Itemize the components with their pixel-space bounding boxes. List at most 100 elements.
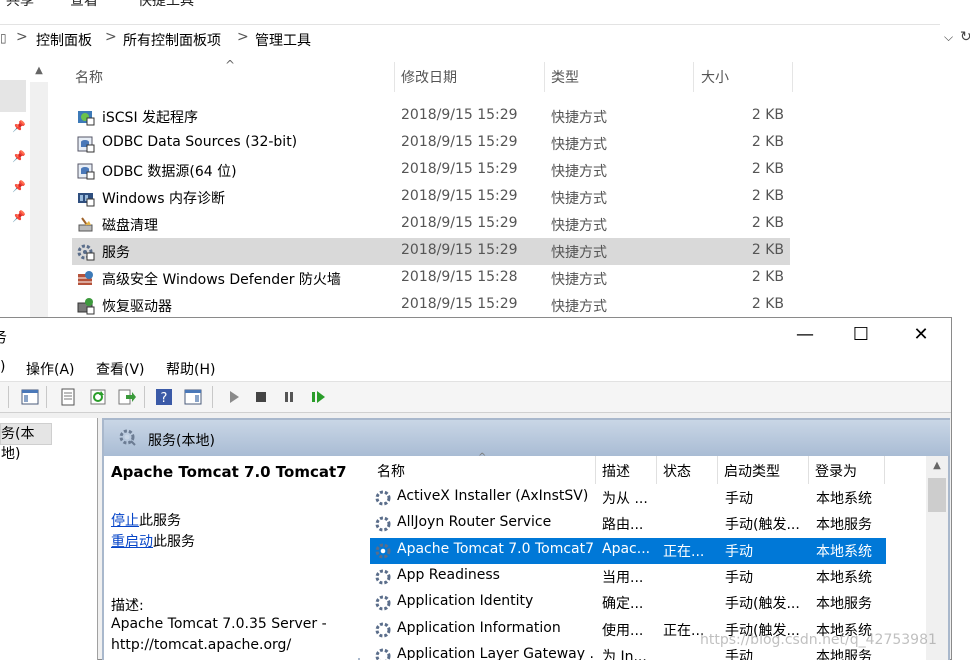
file-modified-date: 2018/9/15 15:28 [401, 269, 518, 285]
column-divider[interactable] [656, 456, 657, 484]
column-header-name[interactable]: 名称 [75, 68, 103, 92]
show-hide-console-tree-icon[interactable] [20, 387, 40, 407]
scroll-up-arrow-icon[interactable]: ▲ [30, 60, 48, 82]
address-bar[interactable]: ▯ > 控制面板 > 所有控制面板项 > 管理工具 [0, 24, 940, 52]
service-row[interactable]: App Readiness 当用... 手动 本地系统 [370, 564, 886, 590]
menu-file[interactable]: ) [0, 359, 5, 375]
pin-icon[interactable]: 📌 [12, 120, 26, 133]
memory-diagnostic-icon [78, 193, 95, 207]
menu-help[interactable]: 帮助(H) [166, 359, 215, 379]
ribbon-tab-share[interactable]: 共享 [6, 0, 34, 10]
stop-service-link[interactable]: 停止 [111, 513, 139, 529]
watermark-text: https://blog.csdn.net/q_42753981 [700, 632, 937, 648]
pin-icon[interactable]: 📌 [12, 180, 26, 193]
column-header-status[interactable]: 状态 [663, 461, 691, 481]
restart-service-link[interactable]: 重启动 [111, 534, 153, 550]
column-divider[interactable] [884, 456, 885, 484]
service-description: 确定... [602, 596, 644, 613]
service-row[interactable]: Apache Tomcat 7.0 Tomcat7 Apac... 正在... 手动 本… [370, 537, 886, 564]
column-header-description[interactable]: 描述 [602, 461, 630, 481]
service-status: 正在... [663, 543, 705, 560]
breadcrumb-control-panel[interactable]: 控制面板 [36, 30, 92, 50]
breadcrumb-all-items[interactable]: 所有控制面板项 [123, 30, 221, 50]
file-size: 2 KB [751, 161, 784, 177]
file-row[interactable]: Windows 内存诊断 2018/9/15 15:29 快捷方式 2 KB [72, 184, 790, 211]
file-type: 快捷方式 [551, 245, 607, 261]
help-icon[interactable]: ? [154, 387, 174, 407]
export-list-icon[interactable] [116, 387, 136, 407]
odbc-icon [77, 136, 95, 153]
pause-service-icon[interactable] [279, 387, 299, 407]
toolbar-separator [212, 386, 213, 408]
column-divider[interactable] [717, 456, 718, 484]
show-action-pane-icon[interactable] [183, 387, 203, 407]
file-modified-date: 2018/9/15 15:29 [401, 215, 518, 231]
services-icon [77, 244, 95, 261]
file-modified-date: 2018/9/15 15:29 [401, 134, 518, 150]
menu-action[interactable]: 操作(A) [26, 359, 75, 379]
service-row[interactable]: Application Identity 确定... 手动(触发... 本地服务 [370, 590, 886, 616]
folder-up-icon[interactable]: ▯ [0, 31, 7, 45]
service-row[interactable]: AllJoyn Router Service 路由... 手动(触发... 本地服务 [370, 511, 886, 537]
breadcrumb-admin-tools[interactable]: 管理工具 [255, 30, 311, 50]
tree-item-services-local[interactable]: 务(本地) [0, 423, 52, 462]
service-logon-as: 本地系统 [816, 543, 872, 560]
pin-icon[interactable]: 📌 [12, 210, 26, 223]
column-header-name[interactable]: 名称 [377, 461, 405, 481]
properties-icon[interactable] [58, 387, 78, 407]
menu-view[interactable]: 查看(V) [96, 359, 145, 379]
column-header-type[interactable]: 类型 [551, 68, 579, 92]
breadcrumb-separator: > [237, 29, 249, 45]
column-divider[interactable] [595, 456, 596, 484]
column-header-logon-as[interactable]: 登录为 [815, 461, 857, 481]
breadcrumb-separator: > [16, 29, 28, 45]
pin-icon[interactable]: 📌 [12, 150, 26, 163]
service-name: Application Layer Gateway ... [397, 645, 595, 660]
file-type: 快捷方式 [551, 191, 607, 207]
sort-ascending-icon: ^ [225, 58, 236, 72]
ribbon-tab-view[interactable]: 查看 [70, 0, 98, 10]
column-divider[interactable] [394, 62, 395, 92]
navigation-scrollbar[interactable] [30, 60, 48, 318]
minimize-button[interactable]: — [776, 318, 834, 352]
stop-service-icon[interactable] [251, 387, 271, 407]
service-startup-type: 手动 [725, 543, 753, 560]
start-service-icon[interactable] [224, 387, 244, 407]
file-row[interactable]: ODBC 数据源(64 位) 2018/9/15 15:29 快捷方式 2 KB [72, 157, 790, 184]
file-row[interactable]: iSCSI 发起程序 2018/9/15 15:29 快捷方式 2 KB [72, 103, 790, 130]
ribbon-tab-shortcut-tools[interactable]: 快捷工具 [138, 0, 194, 10]
file-size: 2 KB [751, 242, 784, 258]
column-divider[interactable] [544, 62, 545, 92]
column-divider[interactable] [693, 62, 694, 92]
selected-service-name: Apache Tomcat 7.0 Tomcat7 [111, 463, 347, 481]
column-header-modified[interactable]: 修改日期 [401, 68, 457, 92]
service-row[interactable]: ActiveX Installer (AxInstSV) 为从 ... 手动 本地系统 [370, 485, 886, 511]
file-size: 2 KB [751, 134, 784, 150]
file-row[interactable]: 磁盘清理 2018/9/15 15:29 快捷方式 2 KB [72, 211, 790, 238]
address-dropdown-chevron-icon[interactable]: ⌵ [944, 30, 953, 45]
menu-bar: ) 操作(A) 查看(V) 帮助(H) [0, 353, 951, 381]
maximize-button[interactable]: ☐ [832, 318, 890, 352]
refresh-icon[interactable] [88, 387, 108, 407]
file-row[interactable]: 恢复驱动器 2018/9/15 15:29 快捷方式 2 KB [72, 292, 790, 319]
file-row[interactable]: 服务 2018/9/15 15:29 快捷方式 2 KB [72, 238, 790, 265]
close-button[interactable]: ✕ [892, 318, 950, 352]
column-header-size[interactable]: 大小 [701, 68, 729, 92]
column-header-startup-type[interactable]: 启动类型 [724, 461, 780, 481]
file-type: 快捷方式 [551, 110, 607, 126]
refresh-icon[interactable]: ↻ [960, 29, 970, 45]
service-gear-icon [375, 595, 391, 611]
scroll-up-arrow-icon[interactable]: ▲ [926, 456, 948, 476]
file-row[interactable]: ODBC Data Sources (32-bit) 2018/9/15 15:2… [72, 130, 790, 157]
file-row[interactable]: 高级安全 Windows Defender 防火墙 2018/9/15 15:28… [72, 265, 790, 292]
navigation-selected-item[interactable] [0, 80, 26, 112]
column-divider[interactable] [808, 456, 809, 484]
column-divider[interactable] [792, 62, 793, 92]
services-gear-icon [119, 429, 136, 446]
service-gear-icon [375, 490, 391, 506]
service-logon-as: 本地系统 [816, 569, 872, 586]
restart-service-icon[interactable] [308, 387, 328, 407]
disk-cleanup-icon [78, 217, 93, 232]
scrollbar-thumb[interactable] [928, 478, 946, 512]
description-text-line1: Apache Tomcat 7.0.35 Server - [111, 616, 327, 632]
